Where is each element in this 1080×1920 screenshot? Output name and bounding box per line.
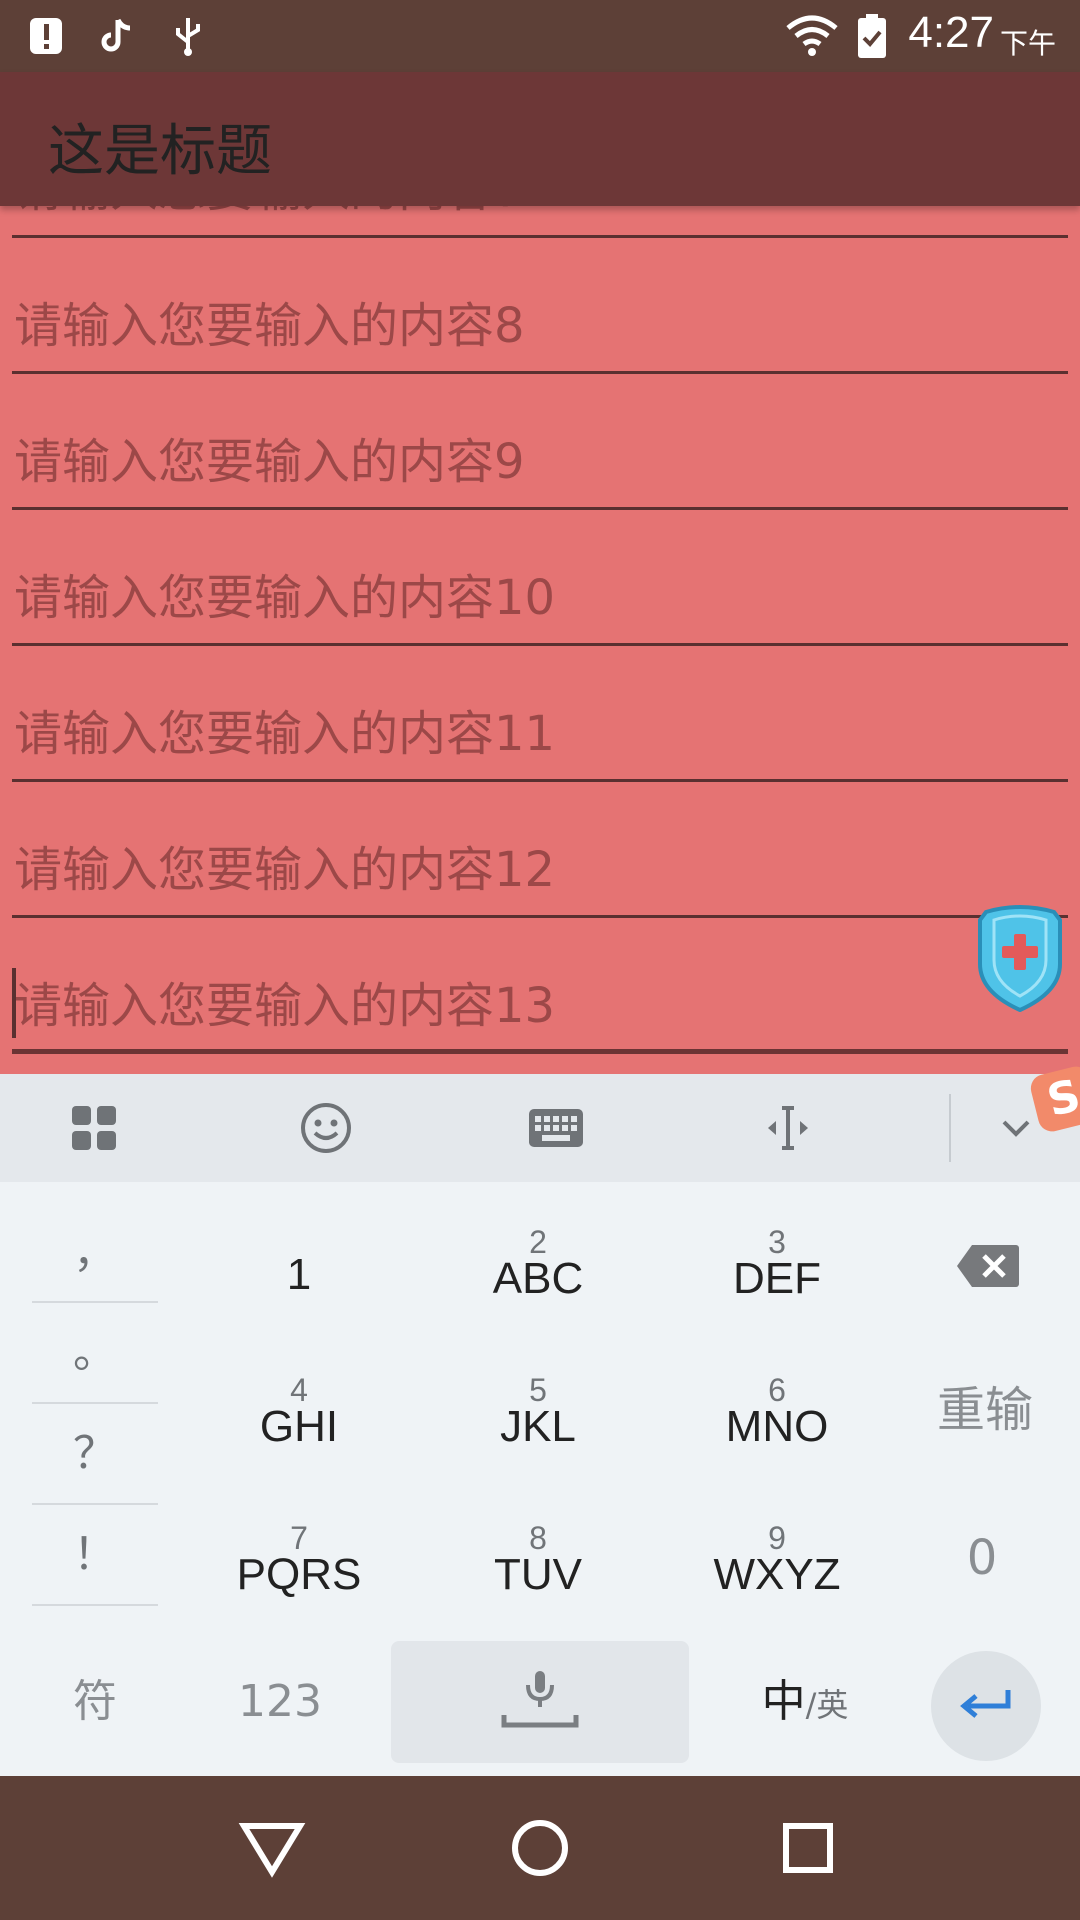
key-letters: JKL: [500, 1402, 576, 1451]
reset-button[interactable]: 重输: [910, 1360, 1060, 1460]
enter-button[interactable]: [931, 1651, 1041, 1761]
key-letters: ABC: [492, 1254, 584, 1303]
key-3[interactable]: 3 DEF: [677, 1206, 877, 1326]
input-field-8[interactable]: 请输入您要输入的内容8: [12, 238, 1068, 374]
grid-icon[interactable]: [34, 1074, 154, 1182]
input-placeholder: 请输入您要输入的内容12: [14, 842, 556, 898]
input-placeholder: 请输入您要输入的内容13: [14, 978, 556, 1034]
app-bar: 这是标题: [0, 72, 1080, 206]
key-5[interactable]: 5 JKL: [438, 1354, 638, 1474]
input-field-12[interactable]: 请输入您要输入的内容12: [12, 782, 1068, 918]
input-field-11[interactable]: 请输入您要输入的内容11: [12, 646, 1068, 782]
microphone-icon: [501, 1671, 579, 1728]
input-placeholder: 请输入您要输入的内容9: [14, 434, 525, 490]
key-letters: PQRS: [236, 1550, 362, 1599]
key-letters: WXYZ: [713, 1550, 841, 1599]
input-field-7[interactable]: 请输入您要输入的内容7: [12, 206, 1068, 238]
key-9[interactable]: 9 WXYZ: [677, 1502, 877, 1622]
tiktok-icon: [101, 18, 131, 52]
key-label: 1: [286, 1250, 312, 1299]
keyboard-toolbar: [0, 1074, 1080, 1182]
key-letters: DEF: [733, 1254, 821, 1303]
navigation-bar: [0, 1776, 1080, 1920]
numeric-mode-button[interactable]: 123: [200, 1642, 360, 1762]
lang-alt: /英: [805, 1686, 849, 1724]
backspace-icon: [957, 1245, 1019, 1287]
backspace-button[interactable]: [913, 1216, 1063, 1316]
recents-icon[interactable]: [758, 1798, 858, 1898]
input-field-10[interactable]: 请输入您要输入的内容10: [12, 510, 1068, 646]
voice-space-button[interactable]: [391, 1641, 689, 1763]
battery-icon: [858, 14, 886, 58]
punct-question-key[interactable]: ？: [32, 1404, 158, 1504]
key-4[interactable]: 4 GHI: [199, 1354, 399, 1474]
keyboard-icon[interactable]: [496, 1074, 616, 1182]
punct-comma-key[interactable]: ，: [32, 1203, 158, 1303]
key-1[interactable]: 1: [199, 1206, 399, 1326]
lang-main: 中: [761, 1676, 806, 1727]
input-placeholder: 请输入您要输入的内容8: [14, 298, 525, 354]
key-6[interactable]: 6 MNO: [677, 1354, 877, 1474]
clock-ampm: 下午: [999, 27, 1056, 60]
input-underline: [12, 1049, 1068, 1054]
input-field-13[interactable]: 请输入您要输入的内容13: [12, 918, 1068, 1054]
wifi-icon: [786, 15, 838, 56]
emoji-icon[interactable]: [266, 1074, 386, 1182]
key-2[interactable]: 2 ABC: [438, 1206, 638, 1326]
security-shield-icon[interactable]: [976, 904, 1064, 1012]
input-placeholder: 请输入您要输入的内容7: [14, 206, 525, 220]
key-letters: GHI: [259, 1402, 339, 1451]
input-placeholder: 请输入您要输入的内容11: [14, 706, 556, 762]
toolbar-divider: [949, 1094, 951, 1162]
page-title: 这是标题: [48, 119, 272, 184]
usb-icon: [176, 18, 200, 56]
punct-divider: [32, 1604, 158, 1606]
key-7[interactable]: 7 PQRS: [199, 1502, 399, 1622]
key-0[interactable]: 0: [907, 1508, 1057, 1608]
status-bar: 4:27 下午: [0, 0, 1080, 72]
clock-time: 4:27: [908, 8, 994, 57]
input-field-9[interactable]: 请输入您要输入的内容9: [12, 374, 1068, 510]
back-icon[interactable]: [222, 1798, 322, 1898]
language-toggle-button[interactable]: 中/英: [730, 1642, 880, 1762]
key-letters: MNO: [725, 1402, 829, 1451]
punct-period-key[interactable]: 。: [32, 1303, 158, 1403]
punct-exclaim-key[interactable]: ！: [32, 1505, 158, 1605]
form-scroll-area[interactable]: 请输入您要输入的内容7 请输入您要输入的内容8 请输入您要输入的内容9 请输入您…: [0, 206, 1080, 1074]
alert-icon: [30, 18, 62, 54]
home-icon[interactable]: [490, 1798, 590, 1898]
input-placeholder: 请输入您要输入的内容10: [14, 570, 556, 626]
enter-icon: [960, 1690, 1011, 1718]
key-8[interactable]: 8 TUV: [438, 1502, 638, 1622]
key-letters: TUV: [494, 1550, 582, 1599]
symbols-button[interactable]: 符: [28, 1642, 162, 1762]
cursor-move-icon[interactable]: [728, 1074, 848, 1182]
